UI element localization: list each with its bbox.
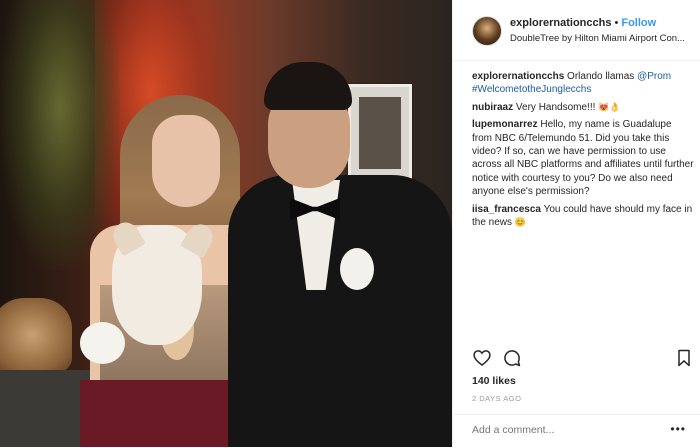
wall-frame xyxy=(348,84,412,182)
comments-list: explorernationcchs Orlando llamas @Prom … xyxy=(472,70,694,233)
location-link[interactable]: DoubleTree by Hilton Miami Airport Con..… xyxy=(510,33,690,44)
girl-skirt xyxy=(80,380,250,447)
action-bar xyxy=(472,348,694,372)
caption-hashtag[interactable]: #WelcometotheJunglecchs xyxy=(472,84,591,95)
instagram-post: explorernationcchs • Follow DoubleTree by … xyxy=(0,0,700,447)
header-username[interactable]: explorernationcchs xyxy=(510,17,611,29)
comment-text: Hello, my name is Guadalupe from NBC 6/T… xyxy=(472,119,694,198)
add-comment-bar: ••• xyxy=(453,414,700,448)
more-options-icon[interactable]: ••• xyxy=(670,422,686,436)
caption-username[interactable]: explorernationcchs xyxy=(472,71,564,82)
comment-text: Very Handsome!!! xyxy=(515,101,596,113)
boy-hair xyxy=(264,62,352,110)
avatar[interactable] xyxy=(472,16,502,46)
caption: explorernationcchs Orlando llamas @Prom … xyxy=(472,70,694,97)
corsage xyxy=(80,322,125,364)
follow-button[interactable]: Follow xyxy=(621,17,656,29)
add-comment-input[interactable] xyxy=(472,424,652,436)
separator-dot: • xyxy=(614,17,619,29)
caption-text: Orlando llamas xyxy=(567,71,635,82)
comment-username[interactable]: iisa_francesca xyxy=(472,204,541,215)
post-time: 2 DAYS AGO xyxy=(472,394,522,403)
comment-username[interactable]: nubiraaz xyxy=(472,102,513,113)
lamp xyxy=(0,298,72,373)
boy-tuxedo xyxy=(228,175,452,447)
bookmark-icon[interactable] xyxy=(674,348,694,368)
girl-face xyxy=(152,115,220,207)
post-sidebar: explorernationcchs • Follow DoubleTree by … xyxy=(452,0,700,447)
caption-mention[interactable]: @Prom xyxy=(637,71,671,82)
comment-emoji: 😊 xyxy=(514,217,527,228)
comment-emoji: 😻👌 xyxy=(598,101,621,112)
post-header: explorernationcchs • Follow DoubleTree by … xyxy=(453,0,700,61)
likes-count[interactable]: 140 likes xyxy=(472,375,516,387)
heart-icon[interactable] xyxy=(472,348,492,368)
header-line: explorernationcchs • Follow xyxy=(510,17,656,29)
comment-item: lupemonarrez Hello, my name is Guadalupe… xyxy=(472,118,694,198)
comment-username[interactable]: lupemonarrez xyxy=(472,119,538,130)
comment-item: iisa_francesca You could have should my … xyxy=(472,203,694,230)
comment-icon[interactable] xyxy=(502,348,522,368)
boutonniere xyxy=(340,248,374,290)
post-photo[interactable] xyxy=(0,0,452,447)
comment-item: nubiraaz Very Handsome!!! 😻👌 xyxy=(472,101,694,114)
